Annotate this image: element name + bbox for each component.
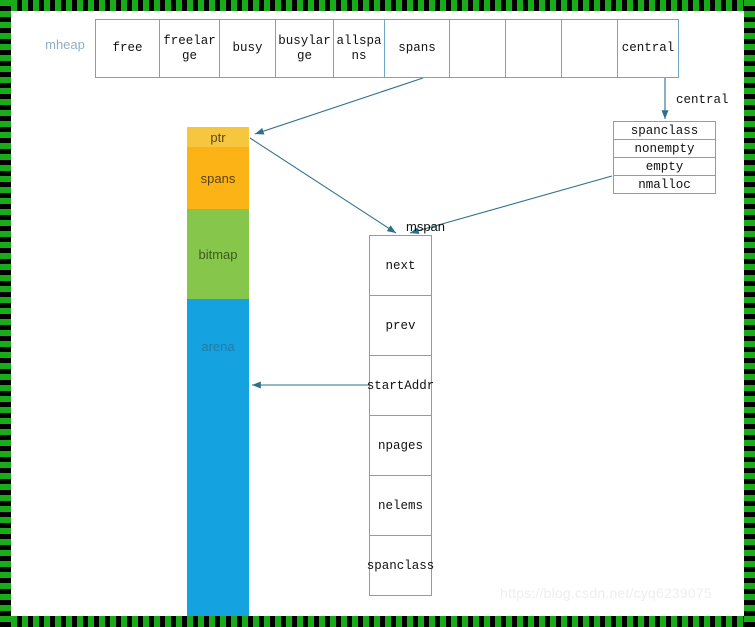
memory-region-column: ptr spans bitmap arena [187, 127, 249, 616]
memory-segment-ptr: ptr [187, 127, 249, 147]
frame-border-left [0, 0, 11, 627]
mheap-field-busy: busy [220, 20, 276, 78]
mspan-field-prev: prev [370, 296, 432, 356]
mspan-label: mspan [406, 219, 446, 234]
frame-border-top [0, 0, 755, 11]
mcentral-field-spanclass: spanclass [614, 122, 716, 140]
mheap-field-free: free [96, 20, 160, 78]
mcentral-field-empty: empty [614, 158, 716, 176]
mheap-field-empty-8 [562, 20, 618, 78]
mspan-field-box: next prev startAddr npages nelems spanclass [367, 235, 434, 596]
memory-segment-arena: arena [187, 299, 249, 616]
mheap-field-central: central [618, 20, 679, 78]
mheap-field-allspans: allspans [334, 20, 385, 78]
mspan-field-npages: npages [370, 416, 432, 476]
frame-border-right [744, 0, 755, 627]
memory-segment-spans: spans [187, 147, 249, 209]
diagram-canvas: mheap free freelarge busy busylarge allspans… [0, 0, 755, 627]
mheap-field-freelarge: freelarge [160, 20, 220, 78]
mheap-field-empty-6 [450, 20, 506, 78]
mcentral-field-box: spanclass nonempty empty nmalloc [613, 121, 716, 194]
mcentral-field-nmalloc: nmalloc [614, 176, 716, 194]
mspan-field-next: next [370, 236, 432, 296]
mspan-field-nelems: nelems [370, 476, 432, 536]
frame-border-bottom [0, 616, 755, 627]
mheap-field-empty-7 [506, 20, 562, 78]
memory-segment-bitmap: bitmap [187, 209, 249, 299]
mheap-field-busylarge: busylarge [276, 20, 334, 78]
mheap-field-spans: spans [385, 20, 450, 78]
mspan-field-spanclass: spanclass [367, 536, 434, 596]
mheap-field-table: free freelarge busy busylarge allspans spans c… [95, 19, 679, 78]
mspan-field-startAddr: startAddr [367, 356, 434, 416]
mheap-label: mheap [45, 37, 85, 52]
watermark-text: https://blog.csdn.net/cyq6239075 [500, 585, 712, 601]
central-arrow-label: central [676, 93, 729, 107]
mcentral-field-nonempty: nonempty [614, 140, 716, 158]
